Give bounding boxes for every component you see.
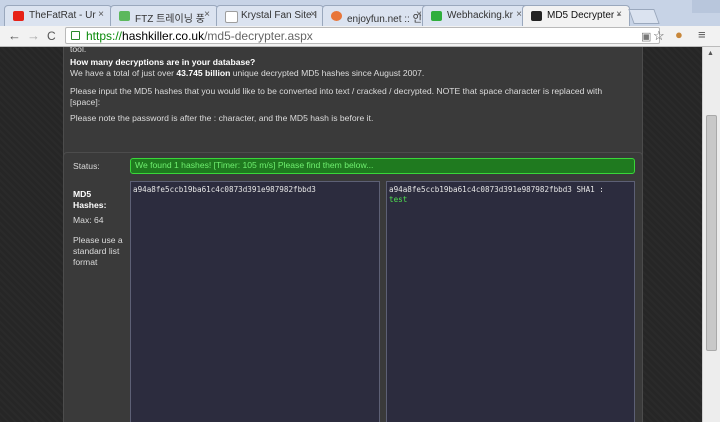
close-icon[interactable]: ×: [616, 9, 622, 20]
url-path: /md5-decrypter.aspx: [204, 29, 313, 43]
total-text: We have a total of just over 43.745 bill…: [70, 68, 425, 78]
url-text: https://hashkiller.co.uk/md5-decrypter.a…: [86, 29, 313, 43]
browser-toolbar: ← → C https://hashkiller.co.uk/md5-decry…: [0, 26, 720, 47]
page-scrollbar[interactable]: ▲: [702, 47, 720, 422]
total-count: 43.745 billion: [176, 68, 231, 78]
tab-label: TheFatRat - Ur: [29, 10, 96, 21]
tab-strip: TheFatRat - Ur × FTZ 트레이닝 풍 × Krystal Fa…: [0, 0, 720, 26]
lock-icon: [71, 31, 80, 40]
url-host: hashkiller.co.uk: [122, 29, 205, 43]
status-bar: We found 1 hashes! [Timer: 105 m/s] Plea…: [130, 158, 635, 174]
tab-label: MD5 Decrypter -: [547, 10, 621, 21]
page-viewport: tool. How many decryptions are in your d…: [0, 47, 702, 422]
tab-label: FTZ 트레이닝 풍: [135, 14, 205, 25]
decrypt-form: Status: We found 1 hashes! [Timer: 105 m…: [63, 152, 643, 422]
address-bar[interactable]: https://hashkiller.co.uk/md5-decrypter.a…: [65, 27, 665, 44]
close-icon[interactable]: ×: [98, 9, 104, 20]
tab-ftz[interactable]: FTZ 트레이닝 풍 ×: [110, 5, 218, 26]
webhacking-icon: [431, 11, 442, 21]
back-icon[interactable]: ←: [8, 28, 21, 44]
tab-thefatrat[interactable]: TheFatRat - Ur ×: [4, 5, 112, 26]
max-label: Max: 64: [73, 215, 104, 225]
page-icon: [225, 11, 238, 23]
result-plaintext: test: [389, 195, 408, 204]
new-tab-button[interactable]: [628, 9, 660, 24]
close-icon[interactable]: ×: [310, 9, 316, 20]
password-note: Please note the password is after the : …: [70, 113, 374, 123]
status-label: Status:: [73, 161, 100, 171]
menu-icon[interactable]: ≡: [698, 27, 706, 42]
tab-md5-decrypter[interactable]: MD5 Decrypter - ×: [522, 5, 630, 26]
tab-label: Krystal Fan Site I: [241, 10, 318, 21]
result-hash: a94a8fe5ccb19ba61c4c0873d391e987982fbbd3…: [389, 185, 604, 194]
enjoyfun-icon: [331, 11, 342, 21]
instructions-text: Please input the MD5 hashes that you wou…: [70, 86, 603, 107]
tab-label: enjoyfun.net :: 인: [347, 14, 422, 25]
scroll-up-icon[interactable]: ▲: [707, 50, 714, 57]
cut-text: tool.: [70, 47, 87, 54]
database-heading: How many decryptions are in your databas…: [70, 57, 256, 67]
hash-input-textarea[interactable]: a94a8fe5ccb19ba61c4c0873d391e987982fbbd3: [130, 181, 380, 422]
extension-cookie-icon[interactable]: ●: [675, 27, 683, 42]
reload-icon[interactable]: C: [47, 28, 56, 44]
tab-enjoyfun[interactable]: enjoyfun.net :: 인 ×: [322, 5, 430, 26]
window-user-area: [692, 0, 720, 13]
md5-hashes-label: MD5 Hashes:: [73, 189, 107, 210]
ftz-icon: [119, 11, 130, 21]
scrollbar-thumb[interactable]: [706, 115, 717, 351]
close-icon[interactable]: ×: [204, 9, 210, 20]
format-help-text: Please use a standard list format: [73, 235, 123, 267]
bookmark-star-icon[interactable]: ☆: [653, 28, 665, 44]
tab-krystal[interactable]: Krystal Fan Site I ×: [216, 5, 324, 26]
page-action-icon[interactable]: ▣: [641, 30, 651, 43]
youtube-icon: [13, 11, 24, 21]
hashkiller-icon: [531, 11, 542, 21]
tab-webhacking[interactable]: Webhacking.kr ×: [422, 5, 530, 26]
tab-label: Webhacking.kr: [447, 10, 513, 21]
result-output-textarea[interactable]: a94a8fe5ccb19ba61c4c0873d391e987982fbbd3…: [386, 181, 635, 422]
url-scheme: https://: [86, 29, 123, 43]
forward-icon[interactable]: →: [27, 28, 40, 44]
